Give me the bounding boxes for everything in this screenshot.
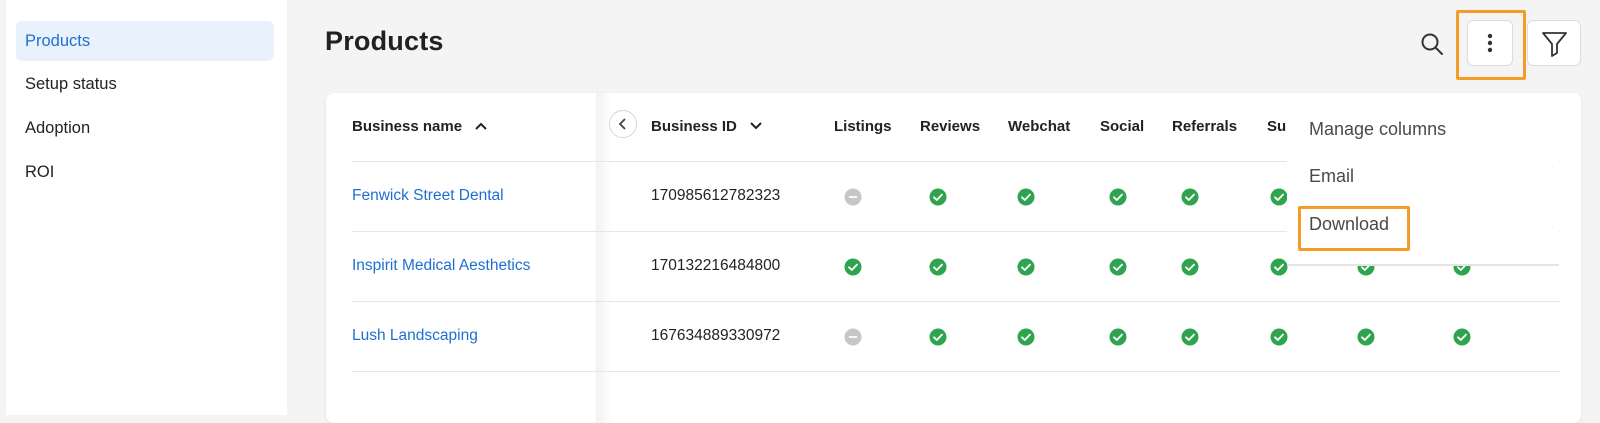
minus-circle-icon xyxy=(844,188,862,206)
check-circle-icon xyxy=(1017,328,1035,346)
more-options-button[interactable] xyxy=(1467,20,1513,66)
business-link[interactable]: Fenwick Street Dental xyxy=(352,187,504,205)
check-circle-icon xyxy=(1017,188,1035,206)
column-header-label: Business name xyxy=(352,118,463,135)
column-header-business-id[interactable]: Business ID xyxy=(651,118,763,135)
row-divider xyxy=(352,301,1560,302)
check-circle-icon xyxy=(929,188,947,206)
check-circle-icon xyxy=(1017,258,1035,276)
menu-item-email[interactable]: Email xyxy=(1309,166,1354,187)
business-link[interactable]: Inspirit Medical Aesthetics xyxy=(352,257,530,275)
check-circle-icon xyxy=(1109,258,1127,276)
menu-item-download[interactable]: Download xyxy=(1309,214,1389,235)
filter-icon xyxy=(1542,32,1567,57)
sidebar: Products Setup status Adoption ROI xyxy=(6,0,287,415)
minus-circle-icon xyxy=(844,328,862,346)
check-circle-icon xyxy=(1270,188,1288,206)
search-icon xyxy=(1421,33,1443,55)
column-header-reviews[interactable]: Reviews xyxy=(920,118,980,135)
sidebar-item-roi[interactable]: ROI xyxy=(16,152,274,192)
check-circle-icon xyxy=(1270,258,1288,276)
page-title: Products xyxy=(325,26,444,56)
check-circle-icon xyxy=(1181,188,1199,206)
column-header-business-name[interactable]: Business name xyxy=(352,118,488,135)
column-header-listings[interactable]: Listings xyxy=(834,118,892,135)
sidebar-item-products[interactable]: Products xyxy=(16,21,274,61)
column-header-label: Business ID xyxy=(651,118,737,135)
menu-item-manage-columns[interactable]: Manage columns xyxy=(1309,119,1446,140)
check-circle-icon xyxy=(1270,328,1288,346)
search-button[interactable] xyxy=(1418,30,1446,58)
more-options-menu: Manage columns Email Download xyxy=(1287,99,1559,266)
column-header-truncated[interactable]: Su xyxy=(1267,118,1286,135)
chevron-up-icon xyxy=(475,122,487,130)
more-vertical-icon xyxy=(1487,33,1493,53)
chevron-down-icon xyxy=(750,122,762,130)
column-header-referrals[interactable]: Referrals xyxy=(1172,118,1237,135)
sidebar-item-setup-status[interactable]: Setup status xyxy=(16,64,274,104)
filter-button[interactable] xyxy=(1527,20,1581,66)
check-circle-icon xyxy=(929,258,947,276)
collapse-column-button[interactable] xyxy=(609,110,637,138)
business-id: 167634889330972 xyxy=(651,327,781,344)
business-link[interactable]: Lush Landscaping xyxy=(352,327,478,345)
column-header-social[interactable]: Social xyxy=(1100,118,1144,135)
check-circle-icon xyxy=(1357,328,1375,346)
column-header-webchat[interactable]: Webchat xyxy=(1008,118,1070,135)
sticky-column-shadow xyxy=(596,93,612,423)
chevron-left-icon xyxy=(618,118,626,130)
row-divider xyxy=(352,371,1560,372)
check-circle-icon xyxy=(1181,258,1199,276)
check-circle-icon xyxy=(1109,188,1127,206)
business-id: 170132216484800 xyxy=(651,257,781,274)
check-circle-icon xyxy=(1453,328,1471,346)
sidebar-item-adoption[interactable]: Adoption xyxy=(16,108,274,148)
check-circle-icon xyxy=(1181,328,1199,346)
business-id: 170985612782323 xyxy=(651,187,781,204)
check-circle-icon xyxy=(1109,328,1127,346)
check-circle-icon xyxy=(844,258,862,276)
check-circle-icon xyxy=(929,328,947,346)
